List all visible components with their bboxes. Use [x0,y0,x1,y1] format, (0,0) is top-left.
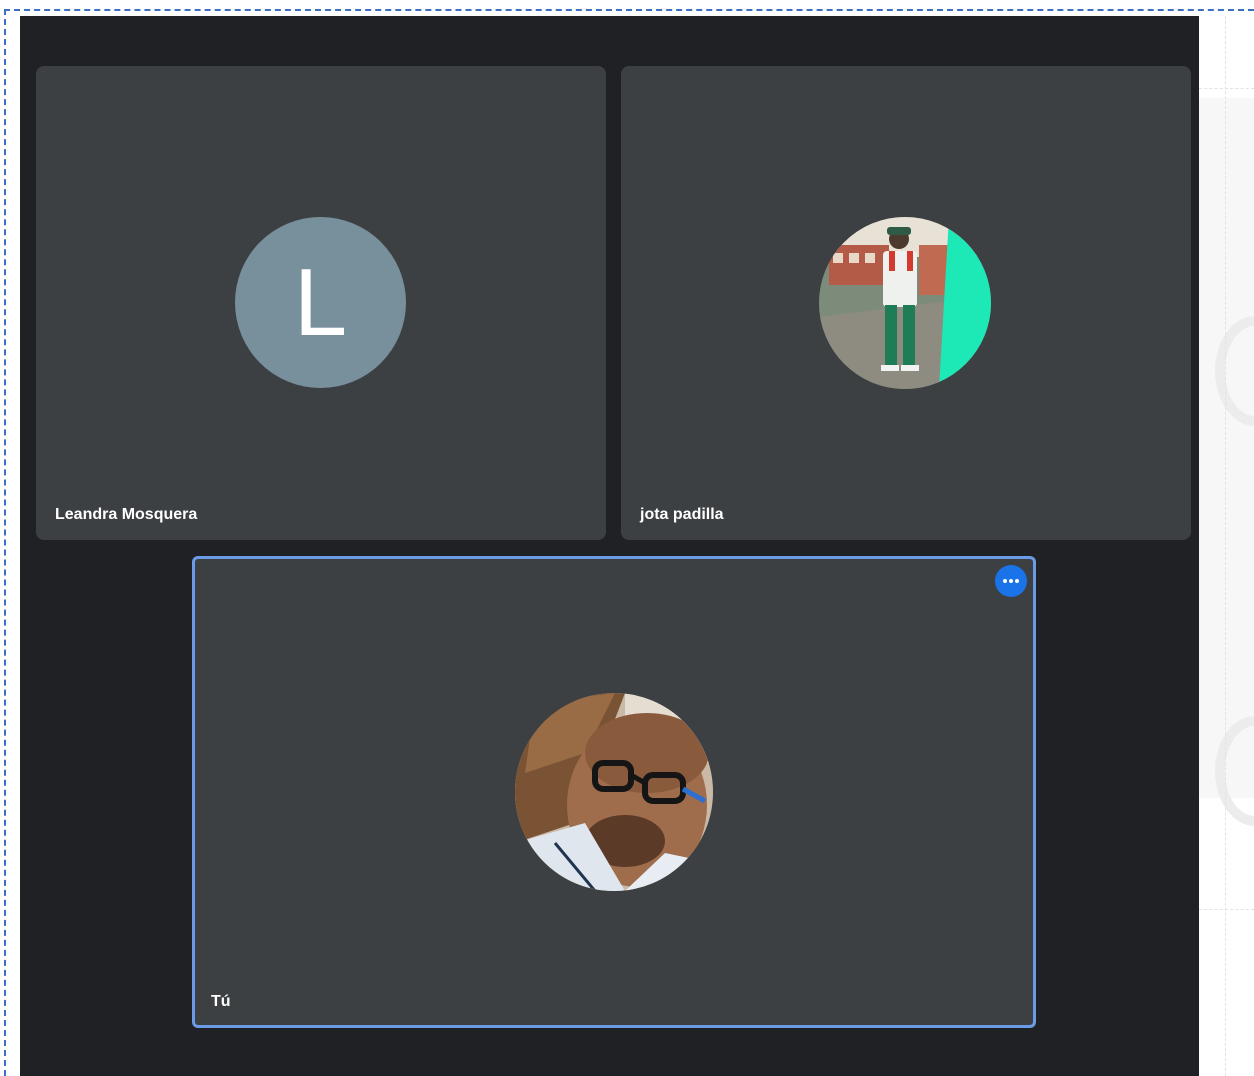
meeting-stage: L Leandra Mosquera jota padilla Tú [20,16,1199,1076]
background-page [1199,16,1254,1076]
profile-photo-image [515,693,713,891]
participant-avatar-photo [515,693,713,891]
selection-border-top [4,9,1254,11]
participant-name: Tú [211,993,231,1010]
participant-avatar-letter: L [235,217,406,388]
background-panel [1199,98,1254,798]
guide-line [1225,16,1226,1076]
participant-tile-self[interactable]: Tú [192,556,1036,1028]
profile-photo-image [819,217,991,389]
guide-line [1199,909,1254,910]
participant-avatar-photo [819,217,991,389]
selection-border-left [4,9,6,1076]
participant-name: jota padilla [640,506,724,523]
guide-line [1199,88,1254,89]
participant-name: Leandra Mosquera [55,506,198,523]
participant-tile-jota[interactable]: jota padilla [621,66,1191,540]
more-options-button[interactable] [995,565,1027,597]
more-horizontal-icon [1003,579,1019,583]
participant-tile-leandra[interactable]: L Leandra Mosquera [36,66,606,540]
screenshot-frame: L Leandra Mosquera jota padilla Tú [0,0,1254,1076]
